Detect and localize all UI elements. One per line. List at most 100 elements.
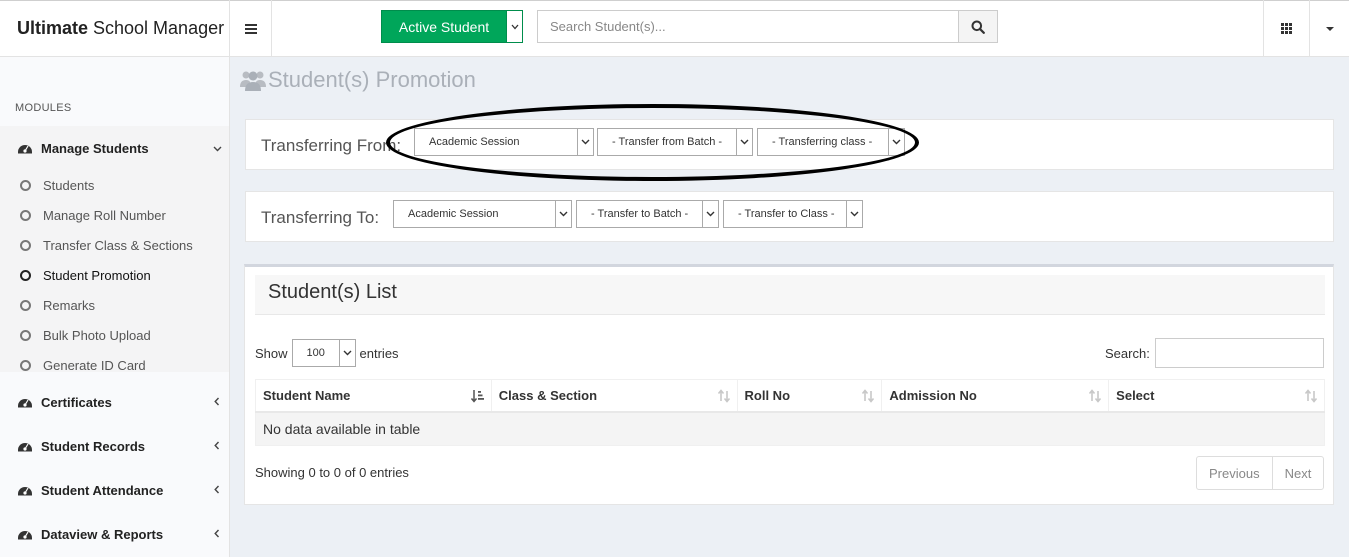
sub-item-label: Student Promotion: [43, 267, 151, 283]
circle-icon: [20, 239, 31, 251]
sub-item-label: Bulk Photo Upload: [43, 327, 151, 343]
hamburger-icon: [244, 23, 257, 34]
search-icon: [971, 20, 985, 34]
student-list-box: Student(s) List Show 100 entries Search:…: [244, 264, 1334, 505]
transfer-to-batch-select[interactable]: - Transfer to Batch -: [576, 200, 719, 228]
circle-icon: [20, 209, 31, 221]
table-search-label: Search:: [1105, 346, 1150, 361]
select-value: Academic Session: [429, 136, 520, 148]
sidebar-item-student-records[interactable]: Student Records: [0, 424, 229, 468]
chevron-down-icon: [338, 340, 355, 366]
sort-asc-icon: [470, 389, 485, 406]
active-student-label: Active Student: [398, 18, 490, 35]
student-list-header: Student(s) List: [255, 275, 1325, 315]
dashboard-icon: [17, 527, 33, 541]
sidebar-item-students[interactable]: Students: [0, 170, 229, 200]
select-value: - Transfer to Batch -: [591, 208, 689, 220]
student-search-input[interactable]: [538, 11, 958, 42]
table-header-row: Student Name Class & Section Roll No Adm…: [255, 379, 1325, 413]
menu-label: Student Attendance: [41, 482, 164, 498]
table-info: Showing 0 to 0 of 0 entries: [255, 465, 409, 480]
dashboard-icon: [17, 141, 33, 155]
sidebar-item-certificates[interactable]: Certificates: [0, 380, 229, 424]
chevron-down-icon: [511, 24, 518, 29]
circle-icon: [20, 299, 31, 311]
sidebar-item-manage-roll-number[interactable]: Manage Roll Number: [0, 200, 229, 230]
chevron-left-icon: [205, 483, 229, 497]
sidebar-toggle-button[interactable]: [230, 0, 272, 57]
users-icon: [240, 69, 266, 91]
active-student-dropdown[interactable]: [506, 11, 522, 42]
sidebar-item-student-attendance[interactable]: Student Attendance: [0, 468, 229, 512]
chevron-down-icon: [555, 201, 571, 227]
brand-rest: School Manager: [93, 18, 225, 38]
sort-both-icon: [861, 389, 875, 406]
sidebar-item-transfer-class-sections[interactable]: Transfer Class & Sections: [0, 230, 229, 260]
student-search: [537, 10, 998, 43]
apps-menu-button[interactable]: [1263, 0, 1309, 57]
column-label: Select: [1116, 387, 1155, 403]
sidebar-item-generate-id-card[interactable]: Generate ID Card: [0, 350, 229, 380]
transfer-from-label: Transferring From:: [261, 136, 402, 155]
circle-icon: [20, 269, 31, 281]
search-button[interactable]: [958, 11, 997, 42]
sidebar-item-student-promotion[interactable]: Student Promotion: [0, 260, 229, 290]
dashboard-icon: [17, 439, 33, 453]
circle-icon: [20, 179, 31, 191]
sidebar-item-dataview-reports[interactable]: Dataview & Reports: [0, 512, 229, 556]
pagination: Previous Next: [1196, 456, 1325, 490]
chevron-down-icon: [702, 201, 718, 227]
brand-logo[interactable]: Ultimate School Manager: [0, 0, 230, 57]
page-title: Student(s) Promotion: [240, 67, 476, 93]
entries-select[interactable]: 100: [291, 339, 356, 367]
column-header-admission-no[interactable]: Admission No: [881, 379, 1110, 413]
previous-page-button[interactable]: Previous: [1197, 457, 1272, 489]
entries-value: 100: [306, 347, 325, 359]
sub-item-label: Remarks: [43, 297, 96, 313]
dashboard-icon: [17, 395, 33, 409]
chevron-down-icon: [205, 141, 229, 155]
sidebar-item-remarks[interactable]: Remarks: [0, 290, 229, 320]
sidebar-item-manage-students[interactable]: Manage Students: [0, 126, 229, 170]
column-header-roll-no[interactable]: Roll No: [736, 379, 883, 413]
transfer-to-session-select[interactable]: Academic Session: [393, 200, 572, 228]
dashboard-icon: [17, 483, 33, 497]
modules-heading: MODULES: [15, 102, 72, 114]
transfer-from-class-select[interactable]: - Transferring class -: [757, 128, 905, 156]
sidebar-item-bulk-photo-upload[interactable]: Bulk Photo Upload: [0, 320, 229, 350]
column-label: Admission No: [889, 387, 977, 403]
menu-label: Certificates: [41, 394, 112, 410]
table-search-input[interactable]: [1155, 338, 1324, 368]
column-label: Class & Section: [498, 387, 598, 403]
chevron-down-icon: [736, 129, 752, 155]
column-label: Student Name: [263, 387, 351, 403]
brand-bold: Ultimate: [17, 18, 89, 38]
column-label: Roll No: [744, 387, 791, 403]
transfer-from-session-select[interactable]: Academic Session: [414, 128, 594, 156]
column-header-class-section[interactable]: Class & Section: [490, 379, 738, 413]
caret-down-icon: [1325, 26, 1334, 31]
user-menu-button[interactable]: [1309, 0, 1349, 57]
empty-table-message: No data available in table: [255, 411, 1325, 446]
active-student-button[interactable]: Active Student: [381, 10, 523, 43]
transfer-to-label: Transferring To:: [261, 208, 380, 227]
chevron-left-icon: [205, 527, 229, 541]
sidebar: MODULES Manage Students Students Manage …: [0, 57, 230, 557]
column-header-select[interactable]: Select: [1108, 379, 1325, 413]
transfer-to-class-select[interactable]: - Transfer to Class -: [723, 200, 863, 228]
entries-length-control: Show 100 entries: [255, 339, 399, 367]
menu-label: Manage Students: [41, 140, 149, 156]
select-value: Academic Session: [408, 208, 499, 220]
students-table: Student Name Class & Section Roll No Adm…: [255, 379, 1325, 446]
circle-icon: [20, 359, 31, 371]
transfer-from-batch-select[interactable]: - Transfer from Batch -: [597, 128, 753, 156]
table-row: No data available in table: [255, 411, 1325, 446]
select-value: - Transfer from Batch -: [612, 136, 723, 148]
show-label: Show: [255, 345, 288, 361]
menu-label: Student Records: [41, 438, 146, 454]
sub-item-label: Students: [43, 177, 95, 193]
next-page-button[interactable]: Next: [1271, 457, 1324, 489]
column-header-student-name[interactable]: Student Name: [255, 379, 492, 413]
chevron-down-icon: [888, 129, 904, 155]
chevron-down-icon: [846, 201, 862, 227]
